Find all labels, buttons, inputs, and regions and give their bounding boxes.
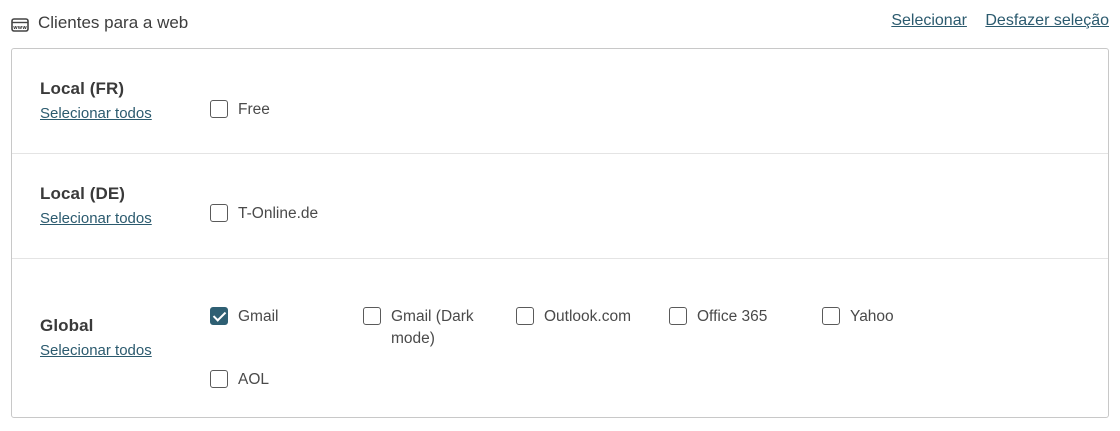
- select-link[interactable]: Selecionar: [891, 12, 967, 29]
- checkbox[interactable]: [822, 307, 840, 325]
- option-aol[interactable]: AOL: [210, 369, 269, 391]
- section-local-de: Local (DE) Selecionar todos T-Online.de: [12, 154, 1108, 259]
- select-all-link[interactable]: Selecionar todos: [40, 105, 152, 122]
- section-local-fr: Local (FR) Selecionar todos Free: [12, 49, 1108, 154]
- svg-text:www: www: [13, 25, 27, 31]
- option-label: AOL: [238, 371, 270, 388]
- section-label: Local (FR) Selecionar todos: [40, 79, 152, 122]
- section-label: Global Selecionar todos: [40, 316, 152, 359]
- checkbox-checked[interactable]: [210, 307, 228, 325]
- clients-panel: Local (FR) Selecionar todos Free Local (…: [11, 48, 1109, 418]
- option-label: Gmail: [238, 308, 279, 325]
- option-outlook[interactable]: Outlook.com: [516, 306, 631, 328]
- checkbox[interactable]: [210, 370, 228, 388]
- select-all-link[interactable]: Selecionar todos: [40, 210, 152, 227]
- option-label: Yahoo: [850, 308, 894, 325]
- option-label: Outlook.com: [544, 308, 632, 325]
- section-name: Global: [40, 316, 94, 335]
- checkbox[interactable]: [516, 307, 534, 325]
- option-label: Free: [238, 101, 270, 118]
- option-free[interactable]: Free: [210, 99, 270, 121]
- option-gmail[interactable]: Gmail: [210, 306, 278, 328]
- www-icon: www: [11, 16, 29, 34]
- option-label: Gmail (Dark mode): [391, 308, 474, 347]
- section-label: Local (DE) Selecionar todos: [40, 184, 152, 227]
- deselect-link[interactable]: Desfazer seleção: [985, 12, 1109, 29]
- option-t-online[interactable]: T-Online.de: [210, 203, 318, 225]
- section-name: Local (DE): [40, 184, 126, 203]
- section-header: www Clientes para a web Selecionar Desfa…: [11, 12, 1109, 38]
- checkbox[interactable]: [210, 100, 228, 118]
- section-global: Global Selecionar todos Gmail Gmail (Dar…: [12, 259, 1108, 417]
- header-actions: Selecionar Desfazer seleção: [877, 12, 1109, 30]
- checkbox[interactable]: [210, 204, 228, 222]
- option-yahoo[interactable]: Yahoo: [822, 306, 894, 328]
- section-name: Local (FR): [40, 79, 125, 98]
- option-label: T-Online.de: [238, 205, 319, 222]
- select-all-link[interactable]: Selecionar todos: [40, 342, 152, 359]
- checkbox[interactable]: [363, 307, 381, 325]
- option-gmail-dark[interactable]: Gmail (Dark mode): [363, 306, 493, 350]
- option-label: Office 365: [697, 308, 768, 325]
- option-office-365[interactable]: Office 365: [669, 306, 767, 328]
- checkbox[interactable]: [669, 307, 687, 325]
- section-title: Clientes para a web: [38, 13, 189, 32]
